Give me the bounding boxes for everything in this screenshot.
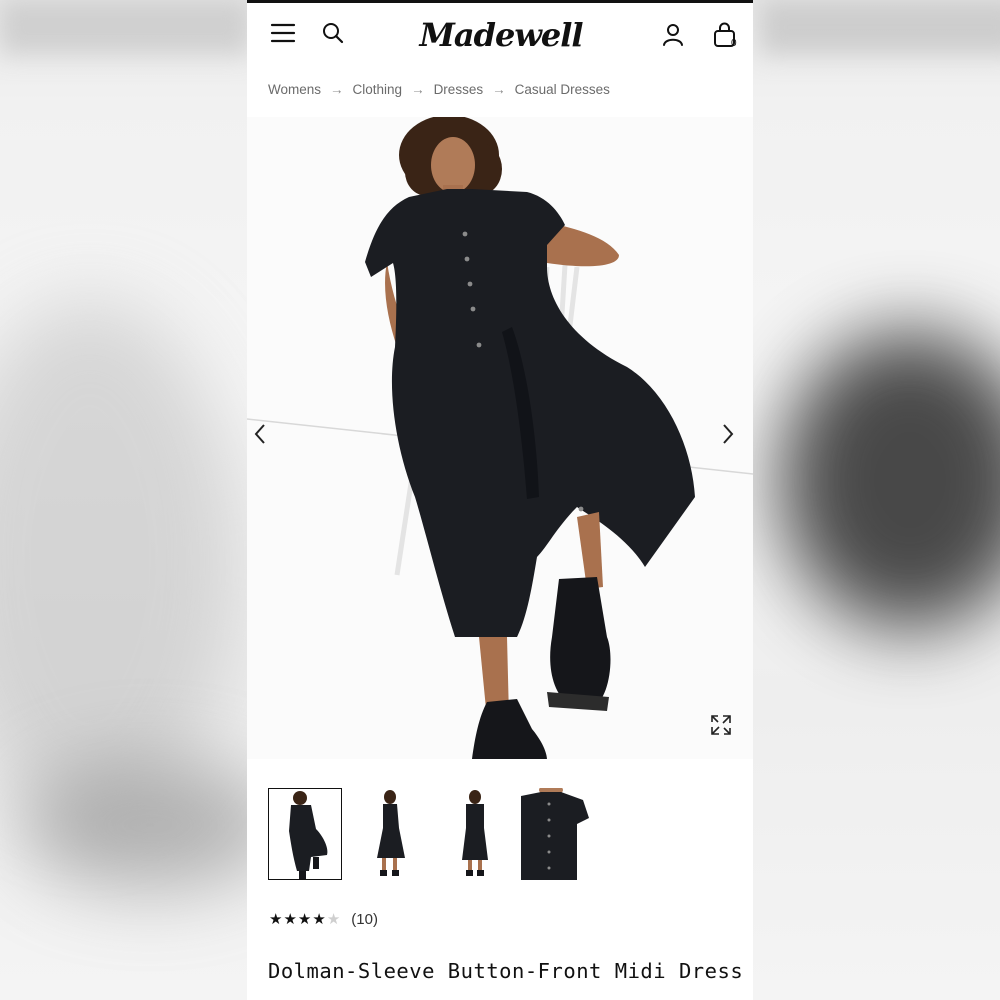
hamburger-menu-icon[interactable] xyxy=(269,19,297,47)
thumbnail-4[interactable] xyxy=(521,788,595,880)
thumbnail-2[interactable] xyxy=(353,788,427,880)
breadcrumb-separator: → xyxy=(411,82,425,97)
mobile-page: Madewell 0 Womens → Clothing → Dresses → Casua… xyxy=(247,0,753,1000)
bag-count-badge: 0 xyxy=(731,38,737,49)
expand-fullscreen-icon[interactable] xyxy=(709,713,737,741)
breadcrumb-womens[interactable]: Womens xyxy=(268,82,321,97)
product-title: Dolman-Sleeve Button-Front Midi Dress xyxy=(268,959,744,983)
next-image-arrow-icon[interactable] xyxy=(721,423,747,453)
brand-logo[interactable]: Madewell xyxy=(419,13,583,57)
breadcrumb-casual-dresses[interactable]: Casual Dresses xyxy=(515,82,610,97)
breadcrumb-separator: → xyxy=(330,82,344,97)
breadcrumb-dresses[interactable]: Dresses xyxy=(434,82,484,97)
star-filled-icon: ★ xyxy=(269,910,284,928)
star-filled-icon: ★ xyxy=(297,910,313,928)
previous-image-arrow-icon[interactable] xyxy=(253,423,279,453)
product-rating[interactable]: ★★★★★ (10) xyxy=(269,910,378,928)
thumbnail-strip xyxy=(268,788,748,882)
breadcrumb: Womens → Clothing → Dresses → Casual Dresses xyxy=(268,82,610,97)
product-hero-image[interactable] xyxy=(247,117,753,759)
search-icon[interactable] xyxy=(319,19,347,47)
rating-stars: ★★★★★ xyxy=(269,910,341,928)
model-in-black-dress-photo xyxy=(247,117,753,759)
account-icon[interactable] xyxy=(659,21,687,49)
review-count[interactable]: (10) xyxy=(351,911,378,928)
star-filled-icon: ★ xyxy=(283,910,298,928)
shopping-bag-icon[interactable] xyxy=(705,19,745,51)
thumbnail-3[interactable] xyxy=(438,788,512,880)
star-empty-icon: ★ xyxy=(326,910,342,928)
breadcrumb-separator: → xyxy=(492,82,506,97)
star-filled-icon: ★ xyxy=(312,910,327,928)
breadcrumb-clothing[interactable]: Clothing xyxy=(353,82,403,97)
thumbnail-1[interactable] xyxy=(268,788,342,880)
site-header: Madewell 0 xyxy=(247,3,753,65)
